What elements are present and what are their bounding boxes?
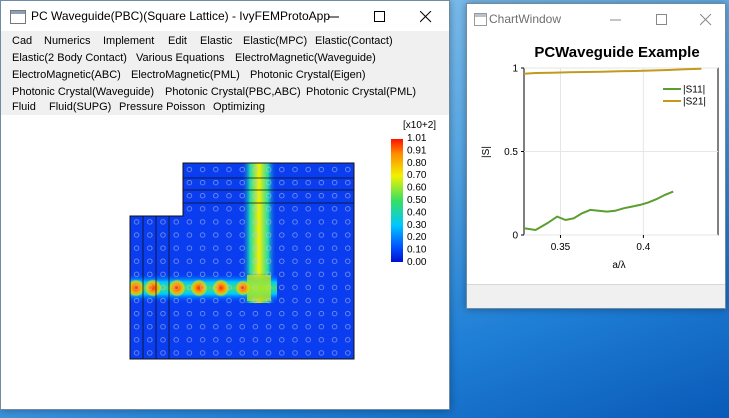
menu-optimizing[interactable]: Optimizing [213,101,265,113]
menu-elastic-2body[interactable]: Elastic(2 Body Contact) [12,52,127,64]
line-chart: PCWaveguide Example 00.510.35 0.4 |S11||S… [481,44,719,271]
colorbar-tick-label: 0.40 [407,207,427,218]
x-tick-label: 0.4 [636,242,650,253]
field-view[interactable]: [x10+2] 1.01 0.91 0.80 0.70 0.60 0.50 0.40 0.30… [1,115,449,409]
chart-window: ChartWindow PCWaveguide Example 0 0.5 1 0.3… [466,3,726,309]
menu-various-equations[interactable]: Various Equations [136,52,224,64]
colorbar-tick-label: 0.91 [407,145,427,156]
maximize-icon [374,11,385,22]
app-icon [10,10,26,24]
menu-pc-waveguide[interactable]: Photonic Crystal(Waveguide) [12,86,154,98]
colorbar-tick-label: 0.80 [407,158,427,169]
legend-label: |S11| [683,85,705,96]
maximize-button[interactable] [357,1,403,31]
menu-em-waveguide[interactable]: ElectroMagnetic(Waveguide) [235,52,376,64]
x-axis-label: a/λ [612,260,625,271]
menu-cad[interactable]: Cad [12,35,32,47]
menu-pc-pbc-abc[interactable]: Photonic Crystal(PBC,ABC) [165,86,301,98]
y-tick-label: 1 [512,64,518,75]
close-icon [700,14,712,26]
close-icon [420,11,432,23]
menu-edit[interactable]: Edit [168,35,187,47]
colorbar-tick-label: 0.70 [407,170,427,181]
menu-pc-eigen[interactable]: Photonic Crystal(Eigen) [250,69,366,81]
menu-pressure-poisson[interactable]: Pressure Poisson [119,101,205,113]
y-tick-label: 0.5 [504,147,518,158]
field-plot: [x10+2] 1.010.91 0.800.70 0.600.500.40 0.30… [129,120,436,360]
menu-fluid-supg[interactable]: Fluid(SUPG) [49,101,111,113]
minimize-button[interactable] [311,1,357,31]
main-titlebar[interactable]: PC Waveguide(PBC)(Square Lattice) - IvyF… [1,1,449,31]
maximize-icon [656,14,667,25]
menu-fluid[interactable]: Fluid [12,101,36,113]
chart-window-icon [474,13,487,26]
menu-elastic-mpc[interactable]: Elastic(MPC) [243,35,307,47]
colorbar-tick-label: 0.30 [407,220,427,231]
menu-em-abc[interactable]: ElectroMagnetic(ABC) [12,69,121,81]
menu-elastic[interactable]: Elastic [200,35,232,47]
x-tick-label: 0.35 [551,242,571,253]
colorbar [391,139,403,262]
chart-title: PCWaveguide Example [534,44,699,61]
colorbar-tick-label: 0.10 [407,245,427,256]
close-button[interactable] [403,1,449,31]
chart-close-button[interactable] [683,4,725,34]
chart-window-title: ChartWindow [489,12,562,26]
menu-numerics[interactable]: Numerics [44,35,90,47]
y-tick-label: 0 [512,231,518,242]
colorbar-scale-label: [x10+2] [403,120,436,131]
colorbar-tick-label: 0.50 [407,195,427,206]
y-axis-label: |S| [481,146,492,158]
main-window: PC Waveguide(PBC)(Square Lattice) - IvyF… [0,0,450,410]
menu-implement[interactable]: Implement [103,35,154,47]
chart-maximize-button[interactable] [639,4,685,34]
menu-em-pml[interactable]: ElectroMagnetic(PML) [131,69,240,81]
menu-bar: Cad Numerics Implement Edit Elastic Elas… [1,31,449,115]
series-line-s11 [523,190,674,232]
legend-label: |S21| [683,97,706,108]
minimize-icon [328,16,339,18]
chart-titlebar[interactable]: ChartWindow [467,4,725,34]
menu-pc-pml[interactable]: Photonic Crystal(PML) [306,86,416,98]
window-title: PC Waveguide(PBC)(Square Lattice) - IvyF… [31,9,330,23]
colorbar-tick-label: 1.01 [407,133,427,144]
chart-minimize-button[interactable] [593,4,639,34]
colorbar-tick-label: 0.00 [407,257,427,268]
series-line-s21 [523,67,702,75]
colorbar-tick-label: 0.60 [407,183,427,194]
minimize-icon [610,19,621,21]
colorbar-tick-label: 0.20 [407,232,427,243]
chart-area: PCWaveguide Example 0 0.5 1 0.35 0.4 |S11| |S… [467,34,725,284]
chart-status-bar [467,284,725,308]
menu-elastic-contact[interactable]: Elastic(Contact) [315,35,393,47]
